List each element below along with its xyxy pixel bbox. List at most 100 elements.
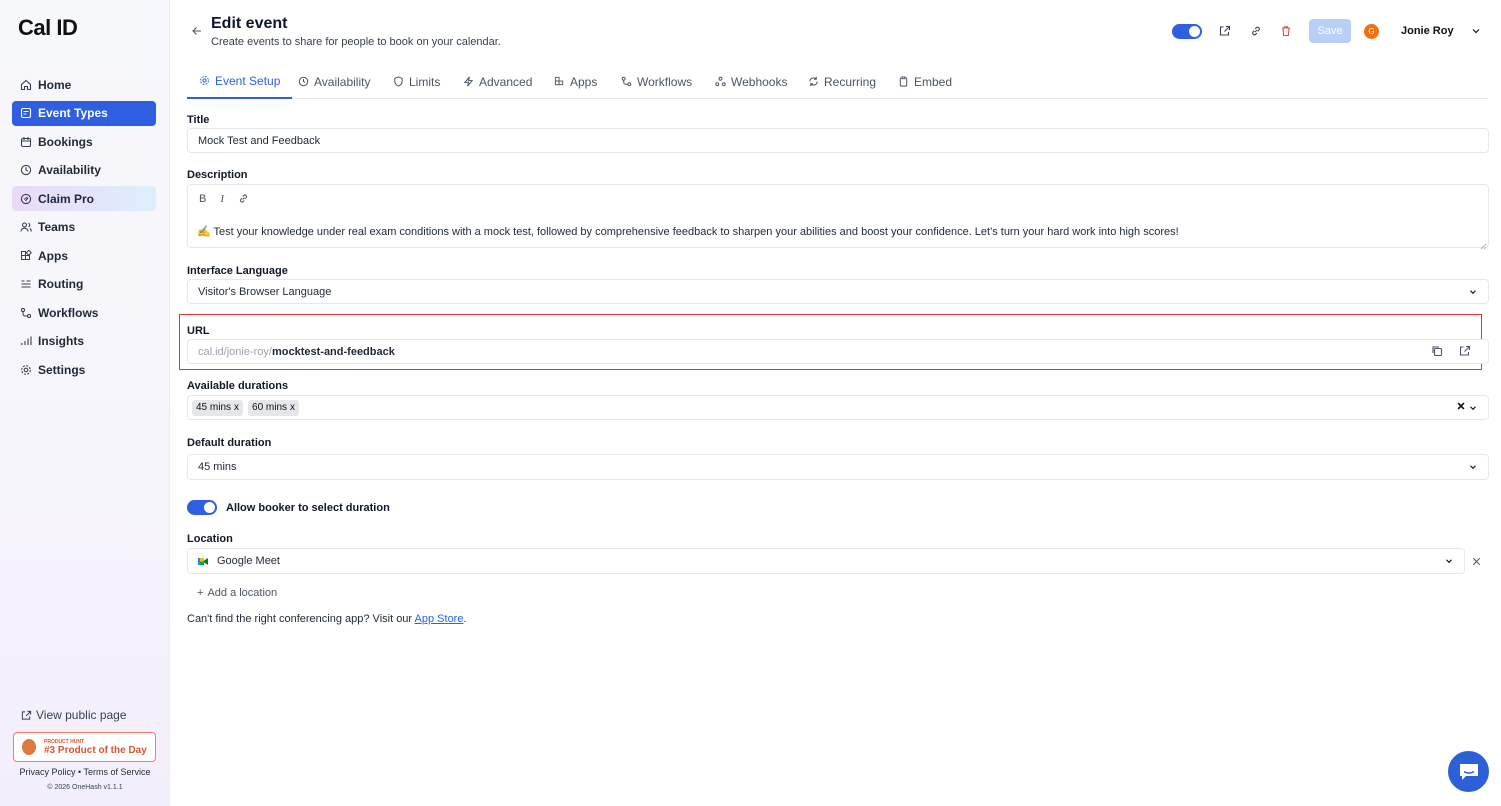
- description-editor[interactable]: [187, 184, 1489, 248]
- remove-chip-icon[interactable]: x: [290, 402, 295, 413]
- page-subtitle: Create events to share for people to boo…: [211, 36, 501, 48]
- back-arrow-icon[interactable]: [191, 24, 203, 40]
- preview-external-icon[interactable]: [1218, 24, 1232, 38]
- chevron-down-icon[interactable]: [1468, 403, 1478, 413]
- resize-handle-icon[interactable]: [1480, 238, 1487, 253]
- sidebar-item-workflows[interactable]: Workflows: [12, 300, 156, 325]
- add-location-button[interactable]: + Add a location: [197, 587, 277, 599]
- sidebar-item-label: Routing: [38, 277, 84, 291]
- view-public-page-link[interactable]: View public page: [21, 708, 127, 722]
- location-select[interactable]: Google Meet: [187, 548, 1465, 574]
- trash-icon[interactable]: [1279, 24, 1293, 38]
- sidebar-item-home[interactable]: Home: [12, 72, 156, 97]
- description-text: ✍️ Test your knowledge under real exam c…: [197, 226, 1179, 238]
- sidebar-item-label: Event Types: [38, 106, 108, 120]
- footer-links[interactable]: Privacy Policy • Terms of Service: [0, 767, 170, 777]
- remove-chip-icon[interactable]: x: [234, 402, 239, 413]
- interface-language-label: Interface Language: [187, 265, 288, 277]
- routing-icon: [20, 278, 32, 290]
- link-icon[interactable]: [238, 193, 249, 205]
- repeat-icon: [808, 76, 819, 87]
- sidebar-item-label: Bookings: [38, 134, 93, 149]
- duration-chip[interactable]: 45 mins x: [192, 399, 244, 416]
- event-enabled-toggle[interactable]: [1172, 24, 1202, 42]
- title-value: Mock Test and Feedback: [198, 134, 321, 147]
- sidebar-item-label: Workflows: [38, 305, 99, 320]
- chevron-down-icon: [1444, 556, 1454, 566]
- external-link-icon[interactable]: [1459, 345, 1471, 357]
- default-duration-select[interactable]: 45 mins: [187, 454, 1489, 480]
- bolt-icon: [463, 76, 474, 87]
- sidebar-item-bookings[interactable]: Bookings: [12, 129, 156, 154]
- tab-bar: Event Setup Availability Limits Advanced…: [187, 64, 1488, 99]
- description-toolbar: B I: [199, 193, 249, 205]
- clock-icon: [20, 164, 32, 176]
- calendar-icon: [20, 136, 32, 148]
- default-duration-value: 45 mins: [198, 461, 237, 473]
- tab-label: Workflows: [637, 74, 693, 89]
- medal-icon: [22, 739, 36, 755]
- tab-recurring[interactable]: Recurring: [808, 64, 876, 99]
- google-meet-icon: [198, 557, 208, 566]
- chat-icon: [1458, 762, 1480, 782]
- allow-booker-toggle[interactable]: [187, 500, 217, 515]
- chat-support-button[interactable]: [1448, 751, 1489, 792]
- sidebar-item-claim-pro[interactable]: Claim Pro: [12, 186, 156, 211]
- tab-workflows[interactable]: Workflows: [621, 64, 692, 99]
- location-value: Google Meet: [217, 555, 280, 567]
- avatar[interactable]: G: [1364, 24, 1379, 39]
- sidebar-item-insights[interactable]: Insights: [12, 329, 156, 354]
- sidebar: Cal ID Home Event Types Bookings Availab…: [0, 0, 170, 806]
- webhook-icon: [715, 76, 726, 87]
- title-input[interactable]: Mock Test and Feedback: [187, 128, 1489, 153]
- view-public-label: View public page: [36, 708, 127, 722]
- app-logo[interactable]: Cal ID: [18, 15, 78, 41]
- tab-advanced[interactable]: Advanced: [463, 64, 532, 99]
- badge-icon: [20, 193, 32, 205]
- bold-icon[interactable]: B: [199, 193, 206, 205]
- italic-icon[interactable]: I: [220, 193, 224, 205]
- tab-webhooks[interactable]: Webhooks: [715, 64, 787, 99]
- chip-label: 45 mins: [196, 402, 232, 413]
- duration-chip[interactable]: 60 mins x: [248, 399, 300, 416]
- tab-event-setup[interactable]: Event Setup: [187, 64, 293, 99]
- home-icon: [20, 79, 32, 91]
- sidebar-item-apps[interactable]: Apps: [12, 243, 156, 268]
- description-label: Description: [187, 169, 248, 181]
- sidebar-item-label: Home: [38, 77, 72, 92]
- hint-end: .: [463, 613, 467, 625]
- tab-label: Event Setup: [215, 73, 281, 88]
- chart-icon: [20, 335, 32, 347]
- save-button[interactable]: Save: [1309, 19, 1351, 43]
- app-store-link[interactable]: App Store: [415, 613, 464, 625]
- tab-availability[interactable]: Availability: [298, 64, 370, 99]
- interface-language-value: Visitor's Browser Language: [198, 285, 332, 298]
- sidebar-item-label: Availability: [38, 163, 101, 177]
- users-icon: [20, 221, 32, 233]
- product-hunt-badge[interactable]: PRODUCT HUNT #3 Product of the Day: [13, 732, 156, 762]
- tab-label: Limits: [409, 74, 441, 89]
- sidebar-item-routing[interactable]: Routing: [12, 272, 156, 297]
- available-durations-multiselect[interactable]: 45 mins x 60 mins x: [187, 395, 1489, 420]
- copy-link-icon[interactable]: [1249, 24, 1263, 38]
- sidebar-item-availability[interactable]: Availability: [12, 158, 156, 183]
- allow-booker-row: Allow booker to select duration: [187, 500, 390, 515]
- copy-icon[interactable]: [1431, 345, 1443, 357]
- interface-language-select[interactable]: Visitor's Browser Language: [187, 279, 1489, 304]
- tab-embed[interactable]: Embed: [898, 64, 952, 99]
- sidebar-item-event-types[interactable]: Event Types: [12, 100, 156, 126]
- tab-apps[interactable]: Apps: [554, 64, 597, 99]
- chip-label: 60 mins: [252, 402, 288, 413]
- chevron-down-icon[interactable]: [1470, 25, 1482, 40]
- external-link-icon: [21, 710, 32, 721]
- clear-icon[interactable]: [1456, 401, 1466, 411]
- apps-icon: [554, 76, 565, 87]
- sidebar-item-settings[interactable]: Settings: [12, 357, 156, 382]
- sidebar-item-teams[interactable]: Teams: [12, 215, 156, 240]
- tab-limits[interactable]: Limits: [393, 64, 440, 99]
- url-input[interactable]: cal.id/jonie-roy/mocktest-and-feedback: [187, 339, 1489, 364]
- remove-location-icon[interactable]: [1471, 556, 1482, 567]
- user-name[interactable]: Jonie Roy: [1401, 25, 1454, 37]
- sidebar-nav: Home Event Types Bookings Availability C…: [12, 72, 156, 386]
- url-slug: mocktest-and-feedback: [271, 345, 395, 358]
